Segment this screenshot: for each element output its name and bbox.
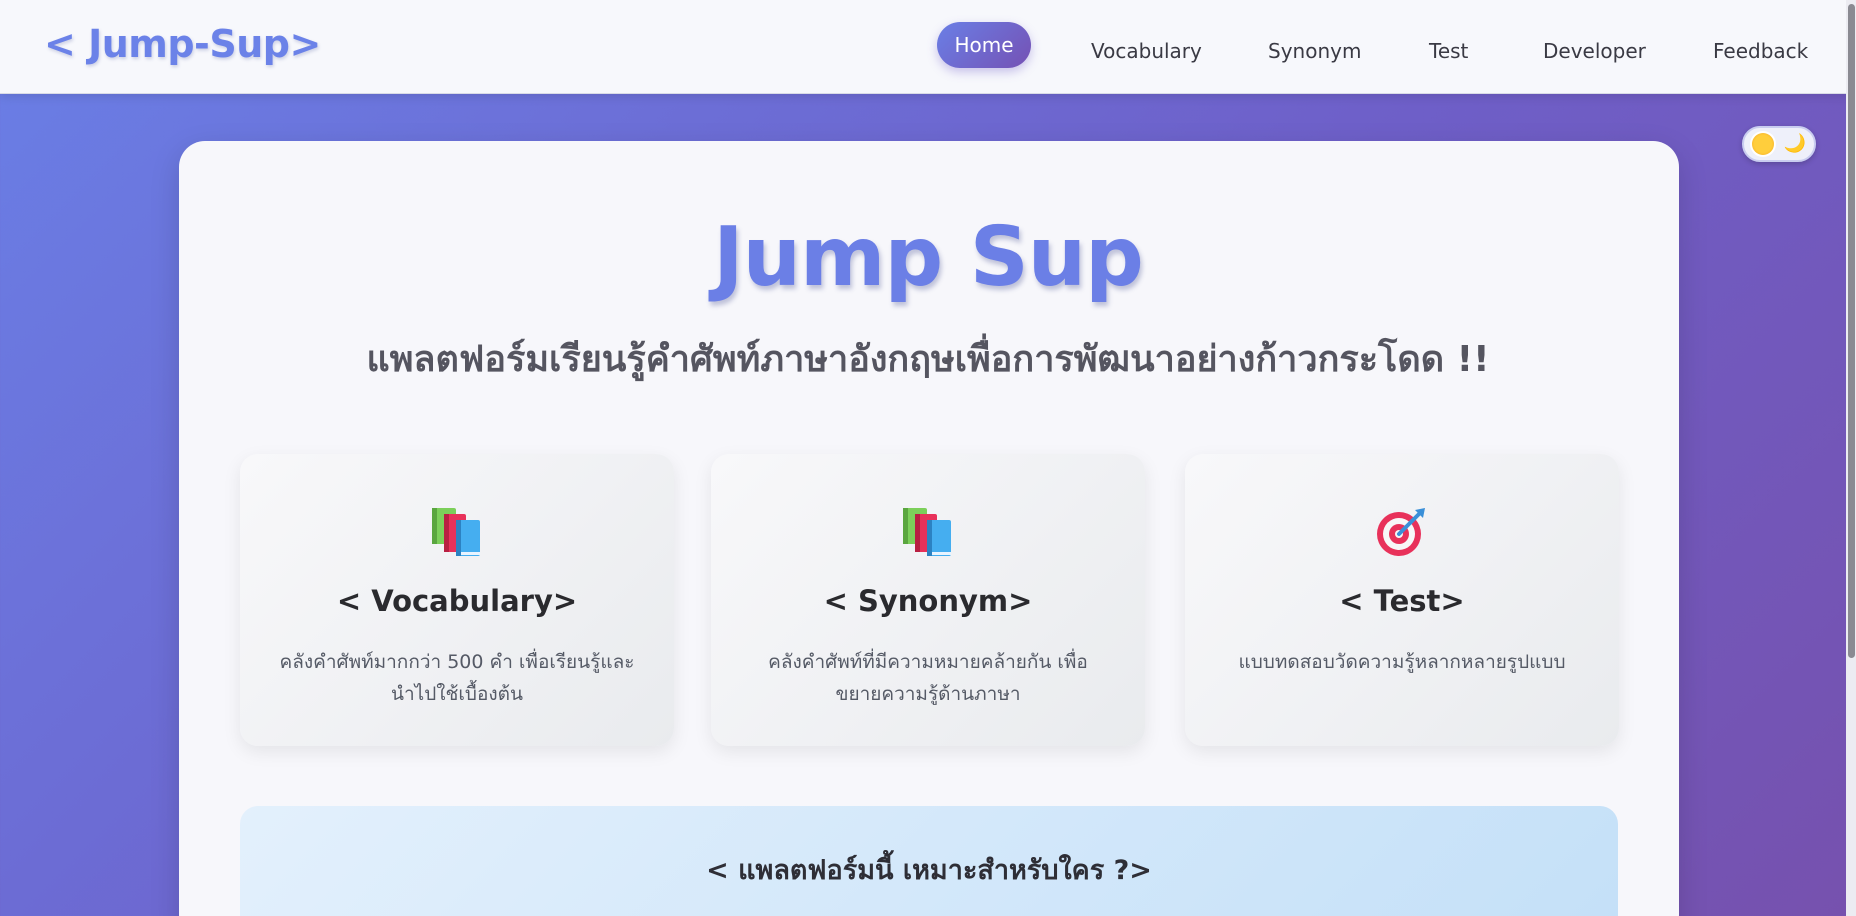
nav-vocabulary-link[interactable]: Vocabulary bbox=[1091, 39, 1202, 63]
feature-description: คลังคำศัพท์ที่มีความหมายคล้ายกัน เพื่อขย… bbox=[768, 651, 1088, 705]
target-icon bbox=[1185, 506, 1619, 558]
nav-synonym-link[interactable]: Synonym bbox=[1268, 39, 1361, 63]
audience-title: < แพลตฟอร์มนี้ เหมาะสำหรับใคร ?> bbox=[706, 855, 1152, 886]
audience-section: < แพลตฟอร์มนี้ เหมาะสำหรับใคร ?> bbox=[240, 806, 1618, 916]
feature-title: < Synonym> bbox=[823, 584, 1033, 618]
nav-home-button[interactable]: Home bbox=[937, 22, 1031, 68]
nav-test-link[interactable]: Test bbox=[1429, 39, 1468, 63]
feature-card-test[interactable]: < Test> แบบทดสอบวัดความรู้หลากหลายรูปแบบ bbox=[1185, 454, 1619, 746]
feature-description: แบบทดสอบวัดความรู้หลากหลายรูปแบบ bbox=[1238, 651, 1566, 673]
brand-logo[interactable]: < Jump-Sup> bbox=[44, 22, 321, 66]
theme-toggle[interactable]: 🌙 bbox=[1742, 126, 1816, 162]
nav-developer-link[interactable]: Developer bbox=[1543, 39, 1646, 63]
feature-description: คลังคำศัพท์มากกว่า 500 คำ เพื่อเรียนรู้แ… bbox=[279, 651, 635, 705]
books-icon bbox=[240, 506, 674, 558]
hero-subtitle: แพลตฟอร์มเรียนรู้คำศัพท์ภาษาอังกฤษเพื่อก… bbox=[366, 339, 1490, 380]
nav-feedback-link[interactable]: Feedback bbox=[1713, 39, 1808, 63]
feature-title: < Vocabulary> bbox=[336, 584, 578, 618]
books-icon bbox=[711, 506, 1145, 558]
moon-icon: 🌙 bbox=[1783, 133, 1806, 154]
sun-icon bbox=[1752, 133, 1774, 155]
navbar: < Jump-Sup> Home Vocabulary Synonym Test… bbox=[0, 0, 1856, 94]
page-scrollbar[interactable] bbox=[1846, 0, 1856, 916]
hero-title: Jump Sup bbox=[713, 210, 1144, 305]
feature-card-vocabulary[interactable]: < Vocabulary> คลังคำศัพท์มากกว่า 500 คำ … bbox=[240, 454, 674, 746]
feature-card-synonym[interactable]: < Synonym> คลังคำศัพท์ที่มีความหมายคล้าย… bbox=[711, 454, 1145, 746]
feature-title: < Test> bbox=[1339, 584, 1465, 618]
